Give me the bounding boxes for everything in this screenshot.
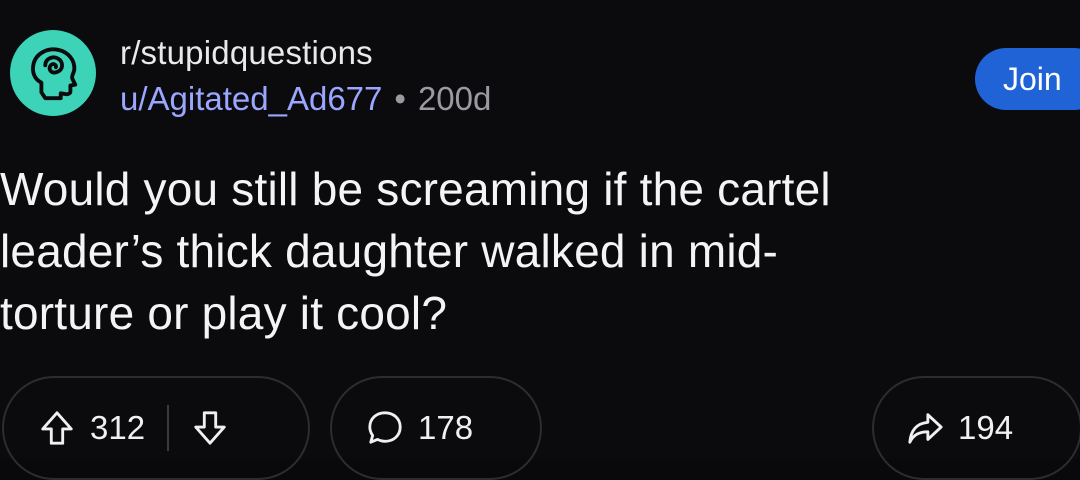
vote-divider [167,405,170,451]
share-count: 194 [958,409,1014,446]
arrow-up-icon[interactable] [38,409,76,447]
join-button[interactable]: Join [975,48,1080,110]
meta-separator: • [394,80,406,117]
post-meta: u/Agitated_Ad677 • 200d [120,80,491,118]
share-arrow-icon [906,409,944,447]
head-swirl-icon [31,47,78,101]
author-username[interactable]: u/Agitated_Ad677 [120,80,382,117]
post-title[interactable]: Would you still be screaming if the cart… [0,158,1050,344]
vote-control: 312 [2,376,310,480]
comments-button[interactable]: 178 [330,376,542,480]
speech-bubble-icon [366,409,404,447]
subreddit-avatar-icon[interactable] [10,30,96,116]
comment-count: 178 [418,409,474,446]
upvote-count: 312 [90,409,146,446]
post-card: r/stupidquestions u/Agitated_Ad677 • 200d … [0,0,1080,480]
share-button[interactable]: 194 [872,376,1080,480]
post-age: 200d [417,80,492,117]
arrow-down-icon[interactable] [191,409,229,447]
subreddit-name[interactable]: r/stupidquestions [120,34,373,72]
